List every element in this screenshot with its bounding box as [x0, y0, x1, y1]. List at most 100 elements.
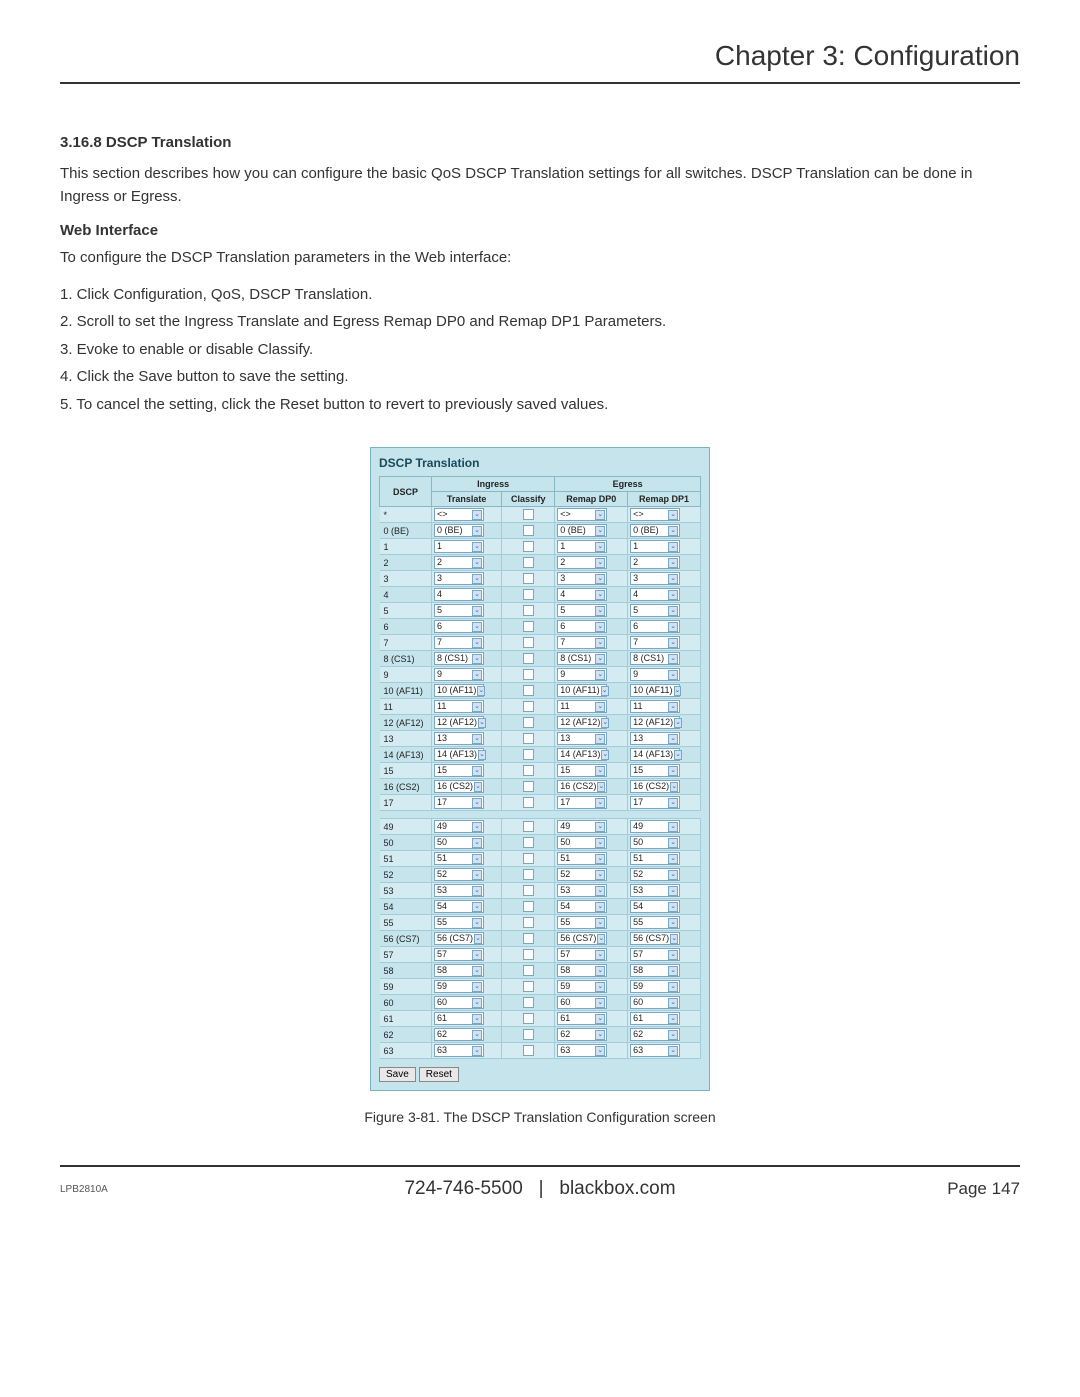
value-dropdown[interactable]: 12 (AF12)⌄ [434, 716, 484, 729]
value-dropdown[interactable]: 0 (BE)⌄ [557, 524, 607, 537]
classify-checkbox[interactable] [523, 557, 534, 568]
value-dropdown[interactable]: 3⌄ [557, 572, 607, 585]
value-dropdown[interactable]: 54⌄ [630, 900, 680, 913]
classify-checkbox[interactable] [523, 765, 534, 776]
value-dropdown[interactable]: 62⌄ [630, 1028, 680, 1041]
value-dropdown[interactable]: 61⌄ [557, 1012, 607, 1025]
value-dropdown[interactable]: 10 (AF11)⌄ [557, 684, 607, 697]
reset-button[interactable]: Reset [419, 1067, 459, 1082]
value-dropdown[interactable]: 14 (AF13)⌄ [434, 748, 484, 761]
classify-checkbox[interactable] [523, 917, 534, 928]
value-dropdown[interactable]: 59⌄ [557, 980, 607, 993]
value-dropdown[interactable]: 58⌄ [630, 964, 680, 977]
value-dropdown[interactable]: 6⌄ [557, 620, 607, 633]
classify-checkbox[interactable] [523, 525, 534, 536]
value-dropdown[interactable]: 54⌄ [434, 900, 484, 913]
value-dropdown[interactable]: 53⌄ [630, 884, 680, 897]
value-dropdown[interactable]: 8 (CS1)⌄ [434, 652, 484, 665]
value-dropdown[interactable]: 51⌄ [630, 852, 680, 865]
value-dropdown[interactable]: 57⌄ [630, 948, 680, 961]
value-dropdown[interactable]: 60⌄ [557, 996, 607, 1009]
value-dropdown[interactable]: 59⌄ [630, 980, 680, 993]
value-dropdown[interactable]: 17⌄ [557, 796, 607, 809]
value-dropdown[interactable]: 61⌄ [630, 1012, 680, 1025]
value-dropdown[interactable]: 61⌄ [434, 1012, 484, 1025]
value-dropdown[interactable]: 11⌄ [630, 700, 680, 713]
value-dropdown[interactable]: 52⌄ [434, 868, 484, 881]
classify-checkbox[interactable] [523, 509, 534, 520]
classify-checkbox[interactable] [523, 885, 534, 896]
classify-checkbox[interactable] [523, 821, 534, 832]
value-dropdown[interactable]: 62⌄ [434, 1028, 484, 1041]
value-dropdown[interactable]: 9⌄ [434, 668, 484, 681]
classify-checkbox[interactable] [523, 573, 534, 584]
value-dropdown[interactable]: 16 (CS2)⌄ [630, 780, 680, 793]
value-dropdown[interactable]: 9⌄ [557, 668, 607, 681]
value-dropdown[interactable]: <>⌄ [434, 508, 484, 521]
value-dropdown[interactable]: 58⌄ [557, 964, 607, 977]
value-dropdown[interactable]: 57⌄ [557, 948, 607, 961]
value-dropdown[interactable]: 63⌄ [630, 1044, 680, 1057]
value-dropdown[interactable]: 7⌄ [557, 636, 607, 649]
value-dropdown[interactable]: 60⌄ [434, 996, 484, 1009]
classify-checkbox[interactable] [523, 541, 534, 552]
value-dropdown[interactable]: 15⌄ [434, 764, 484, 777]
value-dropdown[interactable]: 4⌄ [434, 588, 484, 601]
value-dropdown[interactable]: 10 (AF11)⌄ [434, 684, 484, 697]
value-dropdown[interactable]: 52⌄ [557, 868, 607, 881]
value-dropdown[interactable]: 10 (AF11)⌄ [630, 684, 680, 697]
value-dropdown[interactable]: 11⌄ [434, 700, 484, 713]
value-dropdown[interactable]: 56 (CS7)⌄ [557, 932, 607, 945]
value-dropdown[interactable]: 49⌄ [557, 820, 607, 833]
classify-checkbox[interactable] [523, 869, 534, 880]
classify-checkbox[interactable] [523, 797, 534, 808]
value-dropdown[interactable]: 1⌄ [557, 540, 607, 553]
value-dropdown[interactable]: 6⌄ [630, 620, 680, 633]
classify-checkbox[interactable] [523, 621, 534, 632]
value-dropdown[interactable]: 17⌄ [434, 796, 484, 809]
classify-checkbox[interactable] [523, 637, 534, 648]
value-dropdown[interactable]: 12 (AF12)⌄ [630, 716, 680, 729]
value-dropdown[interactable]: 8 (CS1)⌄ [630, 652, 680, 665]
value-dropdown[interactable]: 13⌄ [557, 732, 607, 745]
classify-checkbox[interactable] [523, 837, 534, 848]
value-dropdown[interactable]: 56 (CS7)⌄ [434, 932, 484, 945]
classify-checkbox[interactable] [523, 669, 534, 680]
classify-checkbox[interactable] [523, 749, 534, 760]
value-dropdown[interactable]: 50⌄ [557, 836, 607, 849]
value-dropdown[interactable]: 56 (CS7)⌄ [630, 932, 680, 945]
value-dropdown[interactable]: 50⌄ [630, 836, 680, 849]
value-dropdown[interactable]: 16 (CS2)⌄ [434, 780, 484, 793]
classify-checkbox[interactable] [523, 1029, 534, 1040]
classify-checkbox[interactable] [523, 901, 534, 912]
value-dropdown[interactable]: <>⌄ [557, 508, 607, 521]
value-dropdown[interactable]: 50⌄ [434, 836, 484, 849]
value-dropdown[interactable]: 1⌄ [630, 540, 680, 553]
value-dropdown[interactable]: 54⌄ [557, 900, 607, 913]
value-dropdown[interactable]: 1⌄ [434, 540, 484, 553]
value-dropdown[interactable]: 59⌄ [434, 980, 484, 993]
classify-checkbox[interactable] [523, 701, 534, 712]
value-dropdown[interactable]: 55⌄ [630, 916, 680, 929]
value-dropdown[interactable]: 53⌄ [434, 884, 484, 897]
value-dropdown[interactable]: 15⌄ [630, 764, 680, 777]
value-dropdown[interactable]: 9⌄ [630, 668, 680, 681]
value-dropdown[interactable]: 49⌄ [434, 820, 484, 833]
value-dropdown[interactable]: 55⌄ [557, 916, 607, 929]
value-dropdown[interactable]: 7⌄ [434, 636, 484, 649]
value-dropdown[interactable]: <>⌄ [630, 508, 680, 521]
value-dropdown[interactable]: 13⌄ [630, 732, 680, 745]
classify-checkbox[interactable] [523, 981, 534, 992]
value-dropdown[interactable]: 53⌄ [557, 884, 607, 897]
value-dropdown[interactable]: 14 (AF13)⌄ [557, 748, 607, 761]
value-dropdown[interactable]: 2⌄ [630, 556, 680, 569]
classify-checkbox[interactable] [523, 589, 534, 600]
classify-checkbox[interactable] [523, 685, 534, 696]
value-dropdown[interactable]: 8 (CS1)⌄ [557, 652, 607, 665]
classify-checkbox[interactable] [523, 933, 534, 944]
value-dropdown[interactable]: 55⌄ [434, 916, 484, 929]
classify-checkbox[interactable] [523, 997, 534, 1008]
classify-checkbox[interactable] [523, 949, 534, 960]
value-dropdown[interactable]: 7⌄ [630, 636, 680, 649]
value-dropdown[interactable]: 4⌄ [630, 588, 680, 601]
